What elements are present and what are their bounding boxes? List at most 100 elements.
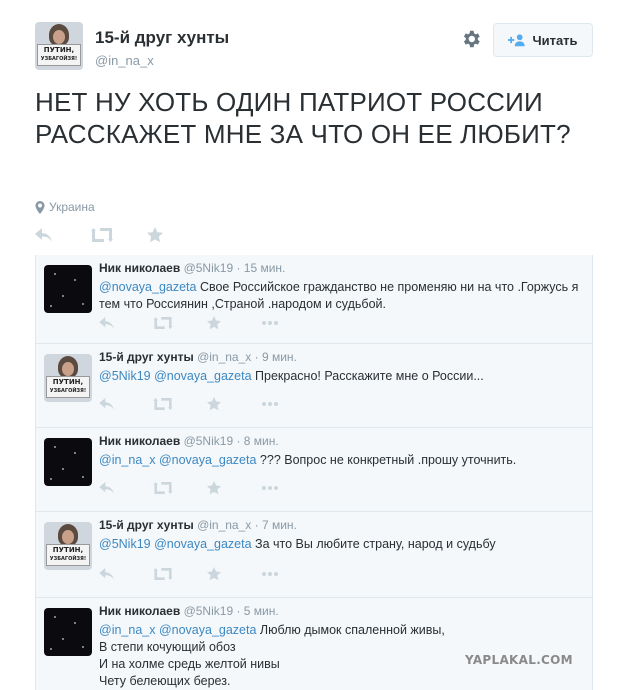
tweet-actions — [35, 225, 203, 245]
location-label: Украина — [49, 200, 95, 214]
avatar[interactable] — [44, 438, 92, 486]
screen-name[interactable]: @in_na_x — [95, 53, 154, 68]
more-button[interactable] — [261, 478, 315, 498]
timestamp[interactable]: 5 мин. — [244, 604, 279, 618]
author-handle[interactable]: @in_na_x — [197, 350, 251, 364]
author-name[interactable]: 15-й друг хунты — [99, 350, 194, 364]
mention-link[interactable]: @5Nik19 @novaya_gazeta — [99, 537, 252, 551]
avatar[interactable]: ПУТИН, УЗБАГОЙЗЯ! — [44, 354, 92, 402]
favorite-button[interactable] — [207, 313, 261, 333]
retweet-button[interactable] — [153, 564, 207, 584]
more-button[interactable] — [261, 564, 315, 584]
reply-text: @novaya_gazeta Свое Российское гражданст… — [99, 279, 579, 313]
watermark: YAPLAKAL.COM — [465, 653, 573, 667]
timestamp[interactable]: 8 мин. — [244, 434, 279, 448]
timestamp[interactable]: 9 мин. — [262, 350, 297, 364]
more-button[interactable] — [261, 313, 315, 333]
reply-button[interactable] — [99, 313, 153, 333]
tweet-meta: 15-й друг хунты @in_na_x · 9 мин. — [99, 350, 297, 364]
favorite-button[interactable] — [207, 564, 261, 584]
poem-line: Чету белеющих берез. — [99, 674, 231, 688]
retweet-icon — [153, 568, 173, 580]
more-icon — [262, 402, 278, 406]
reply-body: Люблю дымок спаленной живы, — [256, 623, 445, 637]
list-item[interactable]: ПУТИН, УЗБАГОЙЗЯ! 15-й друг хунты @in_na_… — [36, 511, 592, 597]
reply-button[interactable] — [99, 564, 153, 584]
favorite-button[interactable] — [207, 394, 261, 414]
reply-actions — [99, 313, 315, 333]
reply-icon — [35, 228, 52, 242]
retweet-icon — [153, 482, 173, 494]
more-icon — [262, 572, 278, 576]
reply-actions — [99, 564, 315, 584]
timestamp[interactable]: 15 мин. — [244, 261, 286, 275]
tweet-meta: Ник николаев @5Nik19 · 15 мин. — [99, 261, 286, 275]
mention-link[interactable]: @novaya_gazeta — [99, 280, 196, 294]
location-pin-icon — [35, 200, 45, 214]
display-name[interactable]: 15-й друг хунты — [95, 28, 229, 48]
reply-body: За что Вы любите страну, народ и судьбу — [251, 537, 496, 551]
list-item[interactable]: Ник николаев @5Nik19 · 5 мин. @in_na_x @… — [36, 597, 592, 690]
list-item[interactable]: Ник николаев @5Nik19 · 8 мин. @in_na_x @… — [36, 427, 592, 511]
author-name[interactable]: 15-й друг хунты — [99, 518, 194, 532]
author-name[interactable]: Ник николаев — [99, 261, 180, 275]
reply-body: ??? Вопрос не конкретный .прошу уточнить… — [256, 453, 517, 467]
favorite-button[interactable] — [207, 478, 261, 498]
author-handle[interactable]: @in_na_x — [197, 518, 251, 532]
avatar-sign-line-2: УЗБАГОЙЗЯ! — [49, 388, 87, 394]
favorite-icon — [207, 481, 221, 495]
location[interactable]: Украина — [35, 200, 95, 214]
retweet-button[interactable] — [153, 394, 207, 414]
more-icon — [262, 486, 278, 490]
avatar[interactable] — [44, 265, 92, 313]
profile-header: ПУТИН, УЗБАГОЙЗЯ! 15-й друг хунты @in_na… — [35, 22, 595, 74]
mention-link[interactable]: @in_na_x @novaya_gazeta — [99, 623, 256, 637]
reply-body: Прекрасно! Расскажите мне о России... — [251, 369, 484, 383]
favorite-button[interactable] — [147, 225, 203, 245]
author-handle[interactable]: @5Nik19 — [184, 434, 234, 448]
add-user-icon — [508, 34, 526, 47]
avatar[interactable]: ПУТИН, УЗБАГОЙЗЯ! — [35, 22, 83, 70]
retweet-button[interactable] — [91, 225, 147, 245]
retweet-icon — [153, 317, 173, 329]
retweet-button[interactable] — [153, 478, 207, 498]
avatar-sign-line-2: УЗБАГОЙЗЯ! — [49, 556, 87, 562]
author-handle[interactable]: @5Nik19 — [184, 604, 234, 618]
tweet-meta: 15-й друг хунты @in_na_x · 7 мин. — [99, 518, 297, 532]
reply-text: @5Nik19 @novaya_gazeta За что Вы любите … — [99, 536, 579, 553]
favorite-icon — [147, 227, 163, 243]
author-name[interactable]: Ник николаев — [99, 434, 180, 448]
avatar-person — [49, 24, 69, 46]
author-name[interactable]: Ник николаев — [99, 604, 180, 618]
avatar-sign-line-1: ПУТИН, — [52, 546, 84, 554]
tweet-text: НЕТ НУ ХОТЬ ОДИН ПАТРИОТ РОССИИ РАССКАЖЕ… — [35, 87, 571, 149]
reply-button[interactable] — [35, 225, 91, 245]
reply-icon — [99, 317, 114, 329]
mention-link[interactable]: @in_na_x @novaya_gazeta — [99, 453, 256, 467]
avatar[interactable]: ПУТИН, УЗБАГОЙЗЯ! — [44, 522, 92, 570]
reply-icon — [99, 568, 114, 580]
timestamp[interactable]: 7 мин. — [262, 518, 297, 532]
list-item[interactable]: Ник николаев @5Nik19 · 15 мин. @novaya_g… — [36, 255, 592, 343]
follow-button[interactable]: Читать — [493, 23, 593, 57]
follow-label: Читать — [532, 32, 578, 48]
author-handle[interactable]: @5Nik19 — [184, 261, 234, 275]
avatar-sign-line-2: УЗБАГОЙЗЯ! — [40, 56, 78, 62]
gear-icon[interactable] — [460, 28, 482, 50]
reply-icon — [99, 398, 114, 410]
tweet-meta: Ник николаев @5Nik19 · 5 мин. — [99, 604, 279, 618]
retweet-icon — [153, 398, 173, 410]
avatar-sign: ПУТИН, УЗБАГОЙЗЯ! — [37, 44, 81, 66]
reply-text: @in_na_x @novaya_gazeta ??? Вопрос не ко… — [99, 452, 579, 469]
conversation-list: Ник николаев @5Nik19 · 15 мин. @novaya_g… — [35, 255, 593, 690]
reply-button[interactable] — [99, 394, 153, 414]
retweet-button[interactable] — [153, 313, 207, 333]
reply-button[interactable] — [99, 478, 153, 498]
mention-link[interactable]: @5Nik19 @novaya_gazeta — [99, 369, 252, 383]
avatar-sign-line-1: ПУТИН, — [43, 46, 75, 54]
avatar[interactable] — [44, 608, 92, 656]
more-button[interactable] — [261, 394, 315, 414]
list-item[interactable]: ПУТИН, УЗБАГОЙЗЯ! 15-й друг хунты @in_na_… — [36, 343, 592, 427]
favorite-icon — [207, 316, 221, 330]
favorite-icon — [207, 397, 221, 411]
